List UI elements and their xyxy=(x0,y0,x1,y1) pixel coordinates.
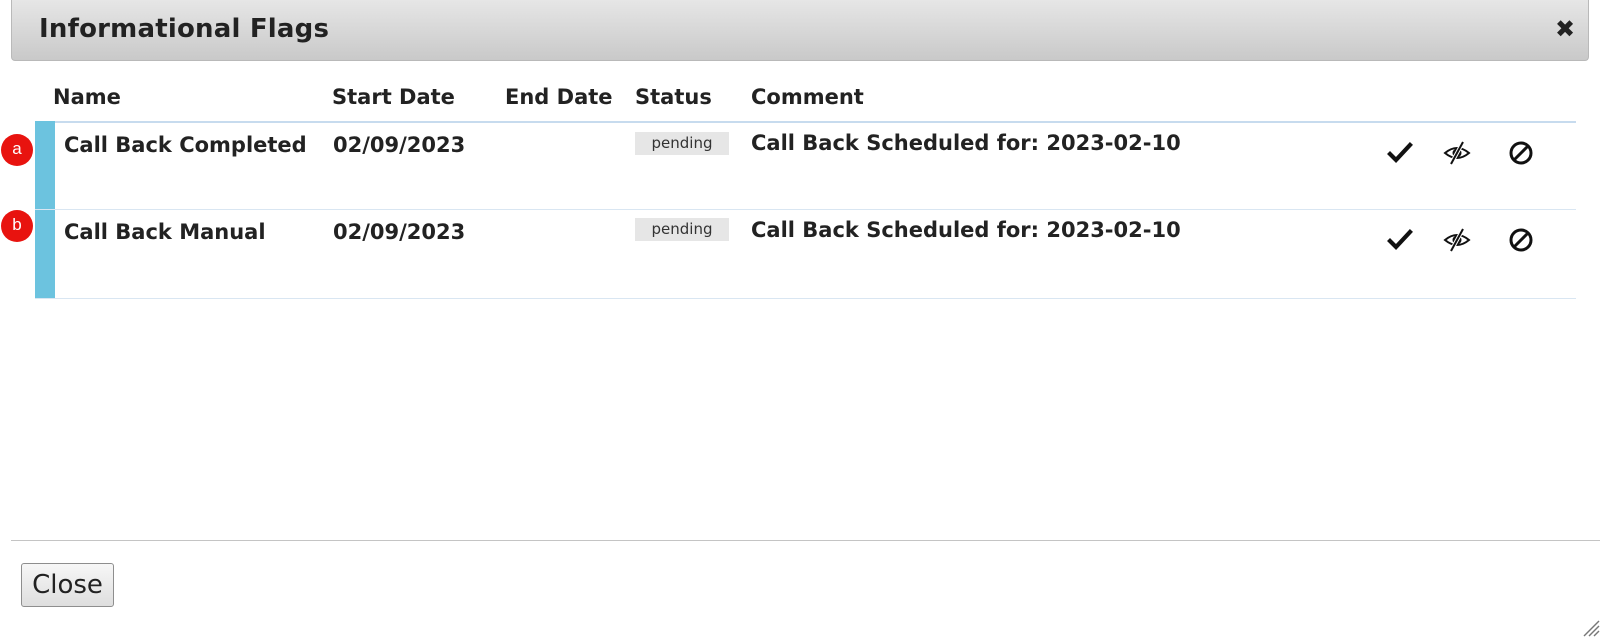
flag-comment: Call Back Scheduled for: 2023-02-10 xyxy=(751,131,1181,155)
ban-icon[interactable] xyxy=(1507,226,1535,254)
informational-flags-dialog: Informational Flags ✖ Name Start Date En… xyxy=(0,0,1600,637)
row-marker: a xyxy=(1,134,33,166)
table-header: Name Start Date End Date Status Comment xyxy=(35,80,1576,123)
close-button[interactable]: Close xyxy=(21,563,114,607)
checkmark-icon[interactable] xyxy=(1386,139,1414,167)
flag-name: Call Back Manual xyxy=(64,220,266,244)
flag-start-date: 02/09/2023 xyxy=(333,133,466,157)
resize-grip-icon[interactable] xyxy=(1580,617,1600,637)
flag-comment: Call Back Scheduled for: 2023-02-10 xyxy=(751,218,1181,242)
column-header-start-date[interactable]: Start Date xyxy=(332,85,455,109)
column-header-end-date[interactable]: End Date xyxy=(505,85,613,109)
footer-divider xyxy=(11,540,1600,541)
eye-slash-icon[interactable] xyxy=(1443,139,1471,167)
flag-name: Call Back Completed xyxy=(64,133,307,157)
checkmark-icon[interactable] xyxy=(1386,226,1414,254)
status-badge: pending xyxy=(635,132,729,155)
row-accent-bar xyxy=(35,121,55,209)
eye-slash-icon[interactable] xyxy=(1443,226,1471,254)
ban-icon[interactable] xyxy=(1507,139,1535,167)
dialog-titlebar[interactable]: Informational Flags ✖ xyxy=(11,0,1589,61)
close-icon[interactable]: ✖ xyxy=(1552,16,1578,42)
column-header-name[interactable]: Name xyxy=(53,85,121,109)
dialog-title: Informational Flags xyxy=(39,14,330,44)
table-row[interactable]: a Call Back Completed 02/09/2023 pending… xyxy=(1,121,1576,210)
flag-start-date: 02/09/2023 xyxy=(333,220,466,244)
column-header-status[interactable]: Status xyxy=(635,85,712,109)
status-badge: pending xyxy=(635,218,729,241)
table-row[interactable]: b Call Back Manual 02/09/2023 pending Ca… xyxy=(1,210,1576,299)
row-accent-bar xyxy=(35,210,55,298)
row-marker: b xyxy=(1,210,33,242)
column-header-comment[interactable]: Comment xyxy=(751,85,864,109)
